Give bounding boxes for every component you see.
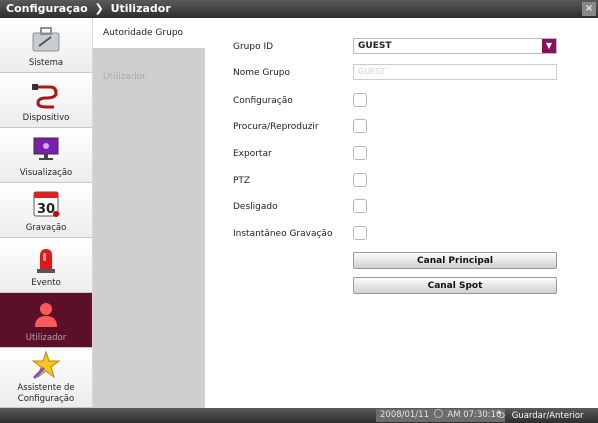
permission-label: Exportar (233, 149, 272, 159)
permission-checkbox[interactable] (353, 119, 367, 133)
user-icon (35, 303, 57, 327)
permission-label: Instantâneo Gravação (233, 229, 333, 239)
monitor-icon (33, 137, 59, 160)
sidebar-item-dispositivo[interactable]: Dispositivo (0, 73, 92, 128)
siren-icon (37, 249, 55, 273)
grupo-id-dropdown[interactable]: GUEST ▼ (353, 38, 557, 54)
tab-autoridade-grupo[interactable]: Autoridade Grupo (93, 18, 205, 48)
sidebar-item-label: Gravação (25, 223, 67, 233)
sidebar-item-label: Assistente de Configuração (17, 383, 75, 404)
status-bar: 2008/01/11 AM 07:30:10 ⮌ Guardar/Anterio… (0, 408, 598, 423)
sidebar-item-assistente[interactable]: Assistente de Configuração (0, 348, 92, 408)
save-back-button[interactable]: ⮌ Guardar/Anterior (497, 408, 584, 423)
permission-label: Configuração (233, 96, 293, 106)
nome-grupo-field[interactable]: GUEST (353, 64, 557, 80)
breadcrumb-current: Utilizador (110, 2, 171, 15)
sidebar-item-visualizacao[interactable]: Visualização (0, 128, 92, 183)
sidebar-item-label: Evento (31, 278, 61, 288)
permission-label: PTZ (233, 176, 251, 186)
permission-label: Procura/Reproduzir (233, 122, 319, 132)
permission-checkbox[interactable] (353, 173, 367, 187)
main-panel: Grupo ID GUEST ▼ Nome Grupo GUEST Config… (205, 18, 598, 408)
permission-checkbox[interactable] (353, 199, 367, 213)
toolbox-icon (32, 27, 60, 52)
sidebar-item-label: Utilizador (25, 333, 67, 343)
nome-grupo-label: Nome Grupo (233, 68, 291, 78)
sidebar-item-label: Visualização (19, 168, 73, 178)
return-arrow-icon: ⮌ (497, 410, 506, 421)
clock-icon (433, 409, 443, 418)
sidebar-item-label: Dispositivo (22, 113, 70, 123)
permission-checkbox[interactable] (353, 146, 367, 160)
tab-column: Autoridade Grupo Utilizador (93, 18, 205, 408)
time-text: AM 07:30:10 (447, 410, 502, 420)
permission-checkbox[interactable] (353, 226, 367, 240)
canal-principal-button[interactable]: Canal Principal (353, 252, 557, 269)
clock-display: 2008/01/11 AM 07:30:10 (376, 409, 506, 422)
sidebar-item-gravacao[interactable]: 30 Gravação (0, 183, 92, 238)
calendar-day: 30 (37, 202, 55, 217)
wizard-star-icon (31, 350, 61, 380)
grupo-id-label: Grupo ID (233, 42, 274, 52)
save-back-label: Guardar/Anterior (511, 411, 584, 421)
permission-checkbox[interactable] (353, 93, 367, 107)
sidebar-item-label: Sistema (28, 58, 64, 68)
tab-utilizador[interactable]: Utilizador (93, 62, 205, 92)
dropdown-arrow-icon[interactable]: ▼ (542, 39, 556, 53)
cable-icon (32, 84, 58, 109)
calendar-icon: 30 (33, 191, 59, 217)
title-bar: Configuraçao ❯ Utilizador × (0, 0, 598, 18)
sidebar-item-sistema[interactable]: Sistema (0, 18, 92, 73)
sidebar: Sistema Dispositivo Visualização 30 Grav… (0, 18, 92, 408)
close-icon[interactable]: × (582, 2, 596, 16)
canal-spot-button[interactable]: Canal Spot (353, 277, 557, 294)
grupo-id-value: GUEST (358, 41, 392, 51)
date-text: 2008/01/11 (380, 410, 429, 420)
window-title: Configuraçao (6, 2, 88, 15)
sidebar-item-evento[interactable]: Evento (0, 238, 92, 293)
permission-label: Desligado (233, 202, 278, 212)
breadcrumb-separator: ❯ (94, 2, 104, 15)
sidebar-item-utilizador[interactable]: Utilizador (0, 293, 92, 348)
